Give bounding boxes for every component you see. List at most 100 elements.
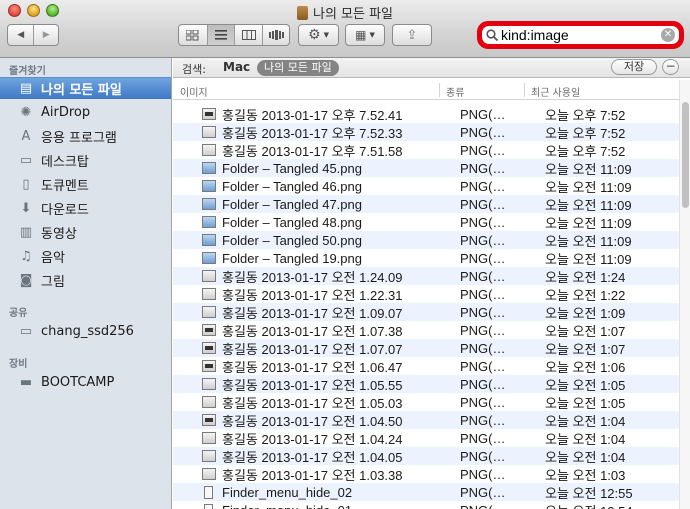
file-kind: PNG(…: [460, 466, 506, 482]
sidebar-item-applications[interactable]: A 응용 프로그램: [0, 125, 171, 147]
coverflow-view-button[interactable]: [262, 25, 289, 45]
forward-arrow-icon: ▶: [42, 30, 50, 40]
file-row[interactable]: Folder – Tangled 45.png PNG(… 오늘 오전 11:09: [173, 159, 679, 177]
computer-icon: ▭: [19, 323, 33, 339]
vertical-scrollbar[interactable]: [679, 80, 690, 509]
sidebar-item-documents[interactable]: ▯ 도큐멘트: [0, 173, 171, 195]
file-name: 홍길동 2013-01-17 오후 7.52.41: [222, 107, 403, 123]
file-row[interactable]: Folder – Tangled 48.png PNG(… 오늘 오전 11:09: [173, 213, 679, 231]
file-kind: PNG(…: [460, 250, 506, 266]
action-menu-button[interactable]: ⚙ ▼: [298, 24, 339, 46]
file-name: Folder – Tangled 19.png: [222, 250, 362, 266]
column-view-button[interactable]: [234, 25, 262, 45]
list-view-button[interactable]: [206, 25, 235, 45]
file-row[interactable]: 홍길동 2013-01-17 오전 1.22.31 PNG(… 오늘 오전 1:22: [173, 285, 679, 303]
sidebar-item-all-my-files[interactable]: ▤ 나의 모든 파일: [0, 77, 171, 99]
file-row[interactable]: 홍길동 2013-01-17 오전 1.05.55 PNG(… 오늘 오전 1:05: [173, 375, 679, 393]
file-last-opened: 오늘 오전 11:09: [545, 161, 632, 177]
file-row[interactable]: 홍길동 2013-01-17 오전 1.06.47 PNG(… 오늘 오전 1:06: [173, 357, 679, 375]
documents-icon: ▯: [22, 176, 30, 192]
file-row[interactable]: Folder – Tangled 19.png PNG(… 오늘 오전 11:09: [173, 249, 679, 267]
file-kind: PNG(…: [460, 412, 506, 428]
sidebar-item-label: 다운로드: [41, 202, 89, 218]
search-field: ✕: [482, 26, 679, 44]
file-name: 홍길동 2013-01-17 오전 1.07.07: [222, 341, 403, 357]
file-row[interactable]: 홍길동 2013-01-17 오전 1.03.38 PNG(… 오늘 오전 1:03: [173, 465, 679, 483]
list-view-icon: [215, 30, 228, 40]
image-file-icon: [202, 378, 216, 390]
file-name: 홍길동 2013-01-17 오전 1.06.47: [222, 359, 403, 375]
remove-criteria-button[interactable]: −: [662, 59, 679, 75]
search-field-highlight: ✕: [477, 21, 684, 49]
file-name: 홍길동 2013-01-17 오전 1.09.07: [222, 305, 403, 321]
column-header-row: 이미지 종류 최근 사용일: [173, 80, 679, 100]
column-header-name[interactable]: 이미지: [180, 84, 208, 99]
back-button[interactable]: ◀: [8, 25, 33, 45]
pictures-icon: ◙: [19, 272, 33, 288]
file-row[interactable]: 홍길동 2013-01-17 오전 1.24.09 PNG(… 오늘 오전 1:24: [173, 267, 679, 285]
file-row[interactable]: 홍길동 2013-01-17 오전 1.07.38 PNG(… 오늘 오전 1:07: [173, 321, 679, 339]
column-header-date[interactable]: 최근 사용일: [531, 84, 580, 99]
column-divider[interactable]: [524, 83, 525, 97]
search-input[interactable]: [501, 27, 661, 43]
file-kind: PNG(…: [460, 304, 506, 320]
scope-mac-button[interactable]: Mac: [223, 60, 250, 74]
file-row[interactable]: Folder – Tangled 50.png PNG(… 오늘 오전 11:09: [173, 231, 679, 249]
file-kind: PNG(…: [460, 124, 506, 140]
sidebar-item-label: 나의 모든 파일: [41, 83, 122, 98]
forward-button[interactable]: ▶: [33, 25, 58, 45]
scope-all-files-button[interactable]: 나의 모든 파일: [257, 60, 339, 76]
save-search-button[interactable]: 저장: [611, 59, 657, 75]
scrollbar-thumb[interactable]: [682, 102, 689, 208]
file-name: 홍길동 2013-01-17 오전 1.03.38: [222, 467, 403, 483]
image-file-icon: [202, 108, 216, 120]
sidebar-item-airdrop[interactable]: ✺ AirDrop: [0, 101, 171, 123]
file-row[interactable]: 홍길동 2013-01-17 오전 1.07.07 PNG(… 오늘 오전 1:07: [173, 339, 679, 357]
file-name: 홍길동 2013-01-17 오전 1.07.38: [222, 323, 403, 339]
sidebar-item-label: 그림: [41, 274, 65, 290]
file-kind: PNG(…: [460, 214, 506, 230]
image-file-icon: [202, 216, 216, 228]
sidebar-item-desktop[interactable]: ▭ 데스크탑: [0, 149, 171, 171]
file-kind: PNG(…: [460, 178, 506, 194]
file-row[interactable]: Folder – Tangled 47.png PNG(… 오늘 오전 11:09: [173, 195, 679, 213]
sidebar-item-label: 도큐멘트: [41, 178, 89, 194]
sidebar-item-bootcamp[interactable]: ▬ BOOTCAMP: [0, 371, 171, 393]
sidebar-item-label: chang_ssd256: [41, 323, 134, 339]
file-row[interactable]: 홍길동 2013-01-17 오전 1.05.03 PNG(… 오늘 오전 1:05: [173, 393, 679, 411]
clear-search-icon[interactable]: ✕: [661, 28, 675, 42]
all-files-title-icon: [296, 6, 308, 20]
file-name: 홍길동 2013-01-17 오후 7.52.33: [222, 125, 403, 141]
file-last-opened: 오늘 오전 1:05: [545, 377, 626, 393]
file-last-opened: 오늘 오전 12:55: [545, 485, 633, 501]
column-header-kind[interactable]: 종류: [446, 84, 464, 99]
file-row[interactable]: Finder_menu_hide_01PNG(…오늘 오전 12:54: [173, 501, 679, 509]
sidebar-item-pictures[interactable]: ◙ 그림: [0, 269, 171, 291]
file-name: Folder – Tangled 46.png: [222, 178, 362, 194]
file-kind: PNG(…: [460, 322, 506, 338]
image-file-icon: [202, 396, 216, 408]
file-name: 홍길동 2013-01-17 오후 7.51.58: [222, 143, 403, 159]
file-row[interactable]: 홍길동 2013-01-17 오전 1.04.05 PNG(… 오늘 오전 1:04: [173, 447, 679, 465]
image-file-icon: [202, 180, 216, 192]
arrange-menu-button[interactable]: ▦ ▼: [345, 24, 385, 46]
file-row[interactable]: 홍길동 2013-01-17 오전 1.09.07 PNG(… 오늘 오전 1:09: [173, 303, 679, 321]
sidebar-item-chang-ssd256[interactable]: ▭ chang_ssd256: [0, 320, 171, 342]
file-row[interactable]: Finder_menu_hide_02 PNG(… 오늘 오전 12:55: [173, 483, 679, 501]
file-row[interactable]: Folder – Tangled 46.png PNG(… 오늘 오전 11:09: [173, 177, 679, 195]
file-last-opened: 오늘 오전 11:09: [545, 197, 632, 213]
sidebar-item-music[interactable]: ♫ 음악: [0, 245, 171, 267]
file-row[interactable]: 홍길동 2013-01-17 오전 1.04.24 PNG(… 오늘 오전 1:04: [173, 429, 679, 447]
file-row[interactable]: 홍길동 2013-01-17 오후 7.52.41 PNG(… 오늘 오후 7:52: [173, 105, 679, 123]
sidebar-item-movies[interactable]: ▥ 동영상: [0, 221, 171, 243]
file-last-opened: 오늘 오전 1:09: [545, 305, 626, 321]
file-row[interactable]: 홍길동 2013-01-17 오후 7.51.58 PNG(… 오늘 오후 7:52: [173, 141, 679, 159]
file-row[interactable]: 홍길동 2013-01-17 오전 1.04.50 PNG(… 오늘 오전 1:04: [173, 411, 679, 429]
image-file-icon: [202, 450, 216, 462]
icon-view-button[interactable]: [179, 25, 207, 45]
file-row[interactable]: 홍길동 2013-01-17 오후 7.52.33 PNG(… 오늘 오후 7:52: [173, 123, 679, 141]
share-button[interactable]: ⇪: [392, 24, 432, 46]
column-divider[interactable]: [439, 83, 440, 97]
sidebar-item-downloads[interactable]: ⬇ 다운로드: [0, 197, 171, 219]
file-kind: PNG(…: [460, 430, 506, 446]
